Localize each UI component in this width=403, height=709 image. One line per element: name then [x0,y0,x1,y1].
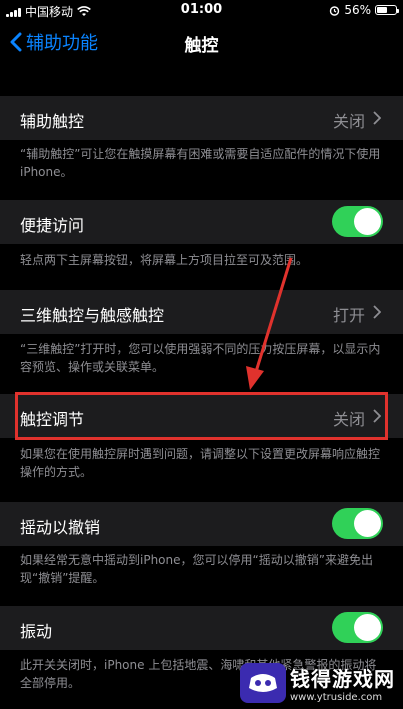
battery-fill [377,7,387,13]
row-label: 摇动以撤销 [20,518,101,537]
watermark-logo-icon [240,663,286,703]
footnote-shake-to-undo: 如果经常无意中摇动到iPhone，您可以停用“摇动以撤销”来避免出现“撤销”提醒… [20,553,373,585]
row-label: 便捷访问 [20,216,85,235]
toggle-knob [354,510,381,537]
battery-icon [375,5,399,15]
battery-percent: 56% [344,3,371,17]
reachability-toggle[interactable] [332,206,383,237]
watermark-title: 钱得游戏网 [290,667,395,691]
row-vibration: 振动 [0,606,403,650]
row-value: 打开 [332,306,365,325]
toggle-knob [354,614,381,641]
row-label: 辅助触控 [20,112,85,131]
watermark-text: 钱得游戏网 www.ytruside.com [290,663,395,703]
watermark: 钱得游戏网 www.ytruside.com [240,663,395,703]
status-bar: 中国移动 01:00 56% [0,0,403,20]
alarm-icon [330,5,340,16]
highlight-box [15,392,388,440]
navigation-bar: 辅助功能 触控 [0,20,403,64]
row-value: 关闭 [332,112,365,131]
row-shake-to-undo: 摇动以撤销 [0,502,403,546]
footnote-reachability: 轻点两下主屏幕按钮，将屏幕上方项目拉至可及范围。 [20,253,309,267]
footnote-3d-touch: “三维触控”打开时，您可以使用强弱不同的压力按压屏幕，以显示内容预览、操作或关联… [20,342,381,374]
chevron-right-icon [373,305,381,319]
shake-to-undo-toggle[interactable] [332,508,383,539]
row-assistive-touch[interactable]: 辅助触控 关闭 [0,96,403,140]
row-label: 振动 [20,622,53,641]
chevron-right-icon [373,111,381,125]
toggle-knob [354,208,381,235]
row-3d-touch[interactable]: 三维触控与触感触控 打开 [0,290,403,334]
row-label: 三维触控与触感触控 [20,306,165,325]
vibration-toggle[interactable] [332,612,383,643]
footnote-assistive-touch: “辅助触控”可让您在触摸屏幕有困难或需要自适应配件的情况下使用 iPhone。 [20,147,381,179]
row-reachability: 便捷访问 [0,200,403,244]
watermark-url: www.ytruside.com [290,692,383,703]
footnote-touch-accommodations: 如果您在使用触控屏时遇到问题，请调整以下设置更改屏幕响应触控操作的方式。 [20,447,381,479]
status-right: 56% [329,3,399,17]
page-title: 触控 [184,36,219,56]
